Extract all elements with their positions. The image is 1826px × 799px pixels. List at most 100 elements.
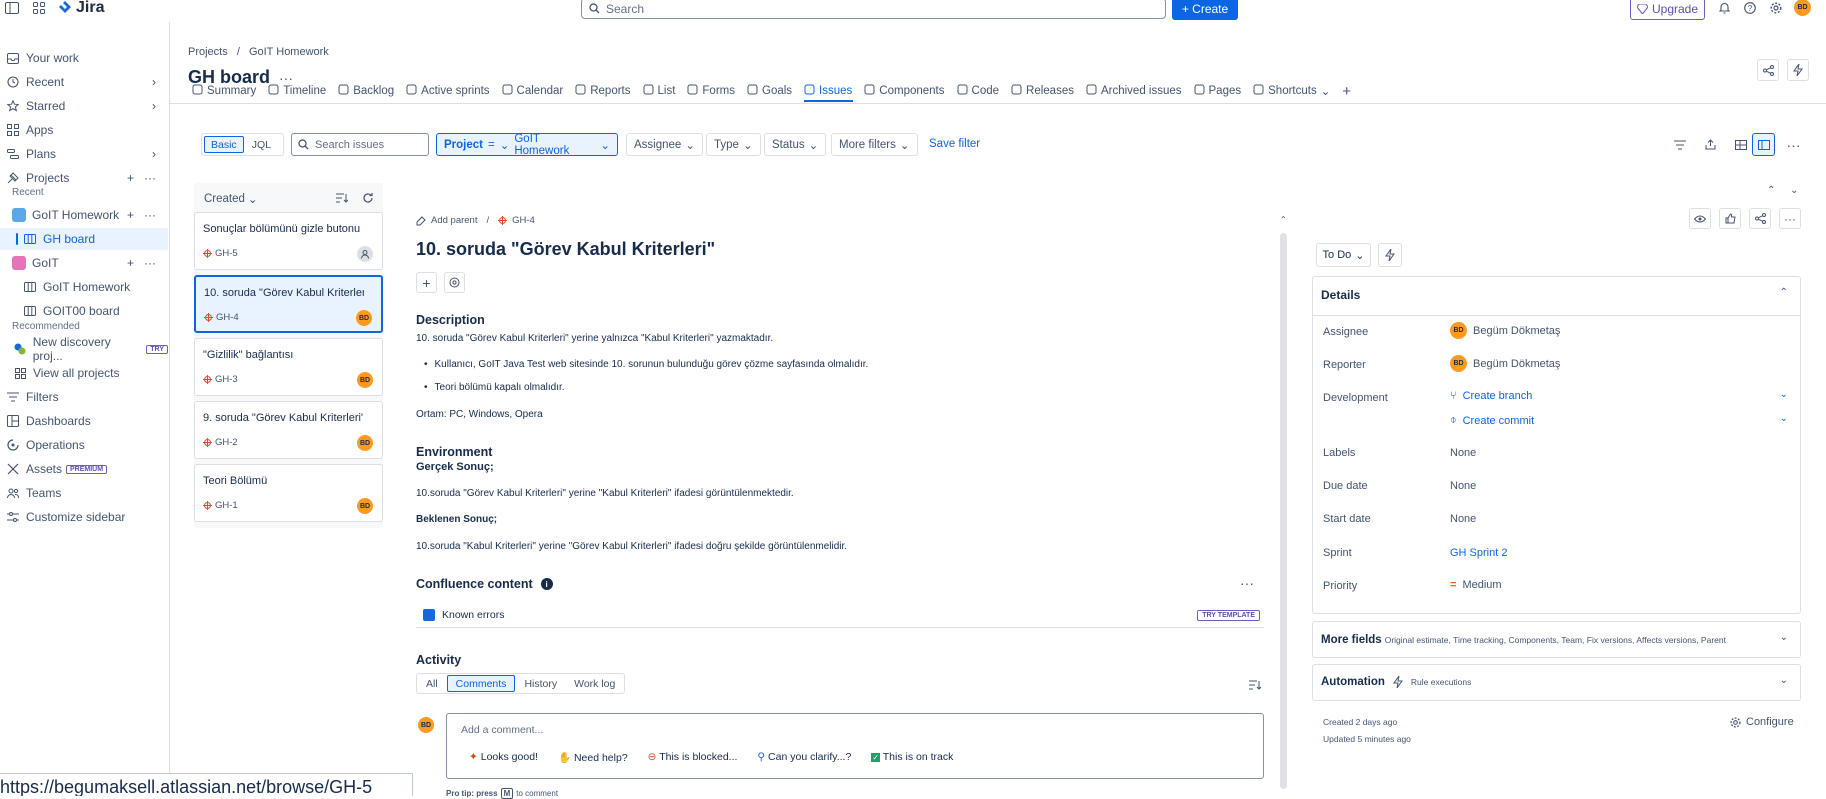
create-commit-link[interactable]: ⌽ Create commit: [1450, 414, 1534, 427]
filter-toggle-button[interactable]: [1668, 133, 1691, 156]
tab-summary[interactable]: Summary: [192, 82, 263, 100]
sidebar-item-plans[interactable]: Plans ›: [0, 143, 168, 165]
sidebar-item-starred[interactable]: Starred ›: [0, 95, 168, 117]
sidebar-item-operations[interactable]: Operations: [0, 434, 168, 456]
export-button[interactable]: [1699, 133, 1722, 156]
automation-panel[interactable]: Automation Rule executions ⌄: [1312, 664, 1801, 701]
field-value-assignee[interactable]: BD Begüm Dökmetaş: [1450, 322, 1560, 339]
assignee-filter[interactable]: Assignee ⌄: [626, 133, 703, 156]
collapse-down-icon[interactable]: ⌄: [1790, 185, 1798, 196]
issue-card[interactable]: 10. soruda "Görev Kabul Kriterleri" GH-4 B…: [194, 275, 383, 333]
share-button[interactable]: [1757, 59, 1779, 81]
project-filter[interactable]: Project = ⌄ GoIT Homework ⌄: [436, 133, 618, 157]
watch-button[interactable]: [1689, 208, 1711, 229]
breadcrumb-projects[interactable]: Projects: [188, 46, 228, 58]
quick-reply-blocked[interactable]: ⊖ This is blocked...: [648, 751, 738, 764]
actions-button[interactable]: [1378, 243, 1402, 267]
sidebar-item-goit-homework-board[interactable]: GoIT Homework: [0, 276, 168, 298]
add-button[interactable]: +: [416, 272, 437, 293]
sidebar-item-customize[interactable]: Customize sidebar: [0, 506, 168, 528]
bell-icon[interactable]: [1715, 0, 1733, 16]
add-project-icon[interactable]: +: [127, 171, 134, 185]
search-input[interactable]: Search: [581, 0, 1166, 19]
save-filter-link[interactable]: Save filter: [929, 138, 980, 150]
activity-tab-comments[interactable]: Comments: [446, 675, 516, 692]
status-dropdown[interactable]: To Do ⌄: [1316, 243, 1371, 267]
add-icon[interactable]: +: [127, 208, 134, 222]
more-icon[interactable]: ···: [144, 171, 156, 185]
jira-logo[interactable]: Jira: [58, 0, 104, 17]
confluence-more-icon[interactable]: ···: [1240, 575, 1254, 591]
tab-calendar[interactable]: Calendar: [502, 82, 571, 100]
issue-card[interactable]: 9. soruda "Görev Kabul Kriterleri" GH-2 BD: [194, 401, 383, 459]
field-value-due-date[interactable]: None: [1450, 480, 1476, 492]
comment-box[interactable]: Add a comment... ✦ Looks good! ✋ Need he…: [446, 713, 1264, 779]
tab-active-sprints[interactable]: Active sprints: [406, 82, 496, 100]
activity-tab-work-log[interactable]: Work log: [566, 675, 623, 692]
collapse-up-icon[interactable]: ⌃: [1767, 185, 1775, 196]
configure-button[interactable]: Configure: [1730, 716, 1794, 728]
tab-list[interactable]: List: [643, 82, 683, 100]
sidebar-item-recent[interactable]: Recent ›: [0, 71, 168, 93]
more-icon[interactable]: ···: [144, 256, 156, 270]
sidebar-item-teams[interactable]: Teams: [0, 482, 168, 504]
activity-tab-all[interactable]: All: [418, 675, 446, 692]
quick-reply-need-help[interactable]: ✋ Need help?: [558, 751, 628, 764]
type-filter[interactable]: Type ⌄: [706, 133, 761, 156]
detail-view-button[interactable]: [1752, 133, 1775, 156]
chevron-up-icon[interactable]: ⌃: [1780, 287, 1788, 298]
tab-shortcuts[interactable]: Shortcuts ⌄: [1253, 82, 1337, 100]
app-switcher-icon[interactable]: [30, 0, 48, 16]
settings-gear-icon[interactable]: [1767, 0, 1785, 16]
field-value-start-date[interactable]: None: [1450, 513, 1476, 525]
info-icon[interactable]: i: [540, 578, 553, 590]
refresh-icon[interactable]: [362, 192, 374, 204]
issue-card[interactable]: Teori Bölümü GH-1 BD: [194, 464, 383, 522]
status-filter[interactable]: Status ⌄: [764, 133, 827, 156]
chevron-down-icon[interactable]: ⌄: [1780, 413, 1788, 424]
issue-search-input[interactable]: Search issues: [291, 133, 429, 156]
activity-tab-history[interactable]: History: [516, 675, 565, 692]
sort-dropdown[interactable]: Created ⌄: [204, 192, 258, 206]
issue-title[interactable]: 10. soruda "Görev Kabul Kriterleri": [416, 239, 715, 260]
sidebar-item-goit00-board[interactable]: GOIT00 board: [0, 300, 168, 322]
basic-mode-button[interactable]: Basic: [204, 136, 244, 153]
field-value-sprint[interactable]: GH Sprint 2: [1450, 547, 1507, 559]
sidebar-item-gh-board[interactable]: GH board: [0, 228, 168, 250]
upgrade-button[interactable]: Upgrade: [1630, 0, 1705, 20]
issue-key-link[interactable]: GH-4: [512, 215, 535, 226]
tab-reports[interactable]: Reports: [575, 82, 637, 100]
add-icon[interactable]: +: [127, 256, 134, 270]
tab-forms[interactable]: Forms: [687, 82, 742, 100]
tab-timeline[interactable]: Timeline: [268, 82, 333, 100]
try-template-tag[interactable]: TRY TEMPLATE: [1197, 609, 1260, 621]
tab-goals[interactable]: Goals: [747, 82, 799, 100]
sort-activity-icon[interactable]: [1249, 680, 1261, 690]
tab-components[interactable]: Components: [864, 82, 951, 100]
profile-avatar[interactable]: BD: [1794, 0, 1811, 16]
issue-card[interactable]: Sonuçlar bölümünü gizle butonu GH-5: [194, 212, 383, 270]
sidebar-toggle-icon[interactable]: [3, 0, 21, 16]
create-branch-link[interactable]: ⑂ Create branch: [1450, 390, 1532, 402]
known-errors-row[interactable]: Known errors TRY TEMPLATE: [416, 603, 1264, 628]
tab-archived-issues[interactable]: Archived issues: [1086, 82, 1189, 100]
quick-reply-on-track[interactable]: ✓ This is on track: [871, 751, 953, 764]
tab-releases[interactable]: Releases: [1011, 82, 1081, 100]
details-header[interactable]: Details: [1321, 288, 1360, 302]
sidebar-item-apps[interactable]: Apps: [0, 119, 168, 141]
sidebar-item-dashboards[interactable]: Dashboards: [0, 410, 168, 432]
field-value-priority[interactable]: = Medium: [1450, 579, 1502, 591]
tab-code[interactable]: Code: [957, 82, 1007, 100]
breadcrumb-project[interactable]: GoIT Homework: [249, 46, 329, 58]
more-fields-panel[interactable]: More fields Original estimate, Time trac…: [1312, 621, 1801, 658]
apps-button[interactable]: [444, 272, 465, 293]
issue-more-button[interactable]: ···: [1779, 208, 1801, 229]
tab-pages[interactable]: Pages: [1194, 82, 1249, 100]
sidebar-item-view-all-projects[interactable]: View all projects: [0, 362, 168, 384]
create-button[interactable]: + Create: [1172, 0, 1238, 20]
sidebar-project-goit-homework[interactable]: GoIT Homework + ···: [0, 204, 168, 226]
more-filters-button[interactable]: More filters ⌄: [831, 133, 918, 156]
detail-scrollbar-thumb[interactable]: [1280, 233, 1287, 789]
add-parent-link[interactable]: Add parent: [431, 215, 477, 226]
list-view-button[interactable]: [1729, 133, 1752, 156]
